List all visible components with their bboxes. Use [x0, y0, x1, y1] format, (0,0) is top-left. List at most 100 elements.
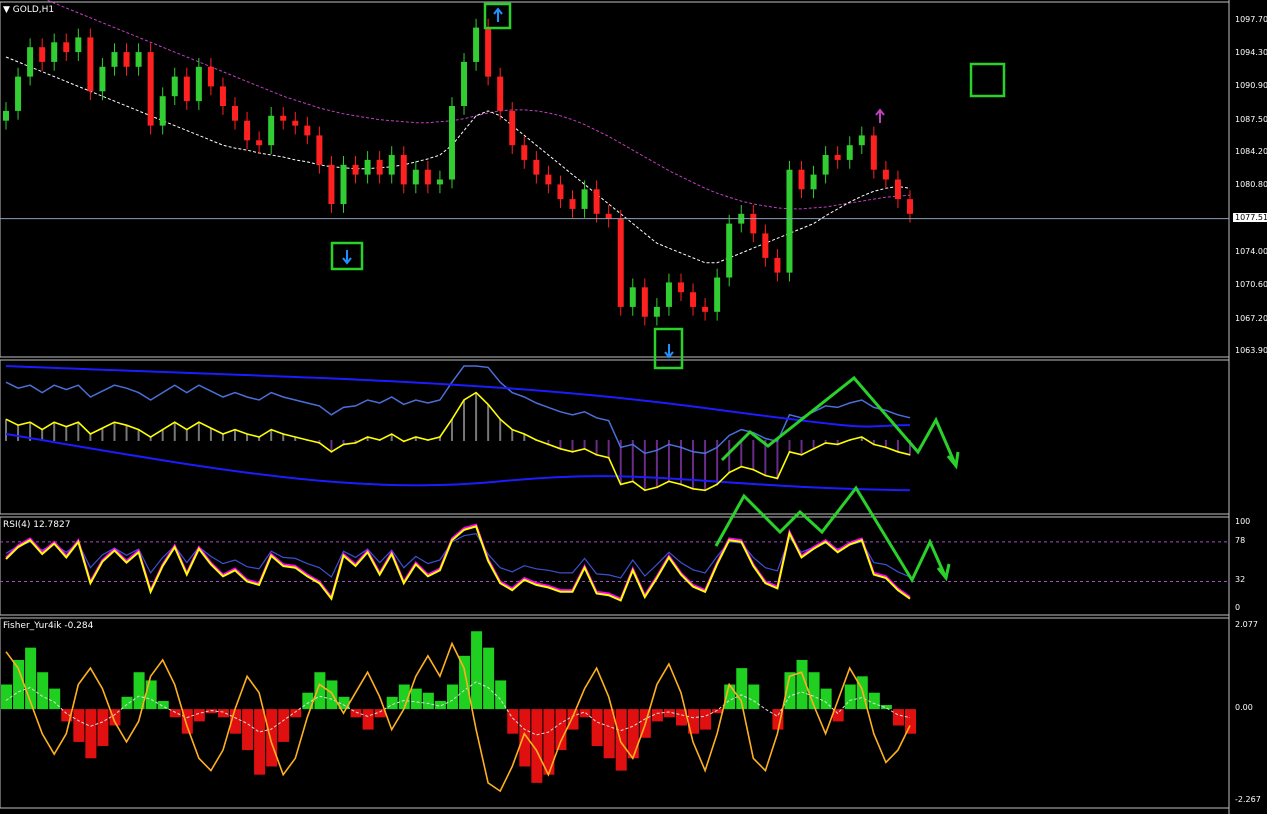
candle	[726, 214, 733, 287]
fisher-bar	[37, 672, 49, 710]
up-arrow-icon	[342, 250, 352, 265]
osc-hist-bar	[65, 426, 68, 441]
main-pane	[0, 0, 1229, 326]
candle	[412, 160, 419, 194]
fisher-bar	[193, 709, 205, 722]
candle	[436, 170, 443, 194]
fisher-bar	[892, 709, 904, 726]
fisher-title: Fisher_Yur4ik -0.284	[3, 621, 94, 631]
osc-hist-bar	[692, 439, 695, 490]
osc-hist-bar	[800, 439, 803, 456]
osc-hist-bar	[221, 434, 224, 441]
candle	[617, 209, 624, 316]
osc-hist-bar	[511, 429, 514, 441]
candle	[183, 67, 190, 110]
fisher-bar	[25, 647, 37, 710]
osc-hist-bar	[246, 434, 249, 441]
fisher-bar	[471, 631, 483, 710]
candle	[51, 33, 58, 71]
price-tick-label: 1067.20	[1235, 313, 1267, 323]
price-tick-label: 1074.00	[1235, 247, 1267, 256]
fisher-bar	[410, 688, 422, 710]
up-arrow-icon	[664, 344, 674, 359]
candle	[810, 165, 817, 199]
osc-hist-bar	[450, 419, 453, 441]
fisher-bar	[700, 709, 712, 730]
candle	[147, 43, 154, 135]
price-tick-label: 1084.20	[1235, 147, 1267, 157]
candle	[27, 38, 34, 86]
osc-hist-bar	[463, 400, 466, 441]
rsi-pane	[0, 523, 1229, 602]
candle	[762, 224, 769, 267]
osc-hist-bar	[607, 439, 610, 459]
candle	[533, 151, 540, 184]
main-pane-border	[0, 1, 1230, 358]
price-tick-label: 1087.50	[1235, 114, 1267, 124]
candle	[292, 111, 299, 135]
candle	[702, 298, 709, 321]
fisher-bar	[242, 709, 254, 751]
fisher-bar	[290, 709, 302, 718]
candle	[882, 160, 889, 189]
candle	[750, 204, 757, 243]
candle	[256, 131, 263, 155]
osc-hist-bar	[89, 434, 92, 441]
candle	[834, 146, 841, 169]
candle	[376, 151, 383, 184]
fisher-bar	[266, 709, 278, 767]
candle	[424, 160, 431, 194]
candle	[159, 87, 166, 135]
fisher-tick-label: -2.267	[1235, 795, 1261, 804]
osc-hist-bar	[499, 419, 502, 441]
rsi-title: RSI(4) 12.7827	[3, 520, 71, 530]
fisher-bar	[555, 709, 567, 751]
candle	[774, 249, 781, 282]
osc-hist-bar	[270, 429, 273, 441]
fisher-tick-label: 2.077	[1235, 620, 1258, 629]
fisher-bar	[314, 672, 326, 710]
candle	[328, 155, 335, 213]
candle	[870, 126, 877, 179]
fisher-bar	[157, 700, 169, 710]
rsi-tick-label: 32	[1235, 575, 1246, 585]
fisher-bar	[627, 709, 639, 759]
annotation-zigzag-rsi	[714, 485, 948, 584]
fisher-bar	[73, 709, 85, 742]
price-tick-label: 1097.70	[1235, 14, 1267, 24]
fisher-bar	[808, 672, 820, 710]
osc-hist-bar	[234, 429, 237, 441]
osc-hist-bar	[704, 439, 707, 492]
osc-hist-bar	[740, 439, 743, 468]
fisher-tick-label: 0.00	[1235, 703, 1253, 713]
fisher-bar	[13, 659, 25, 710]
annotation-zigzag-oscillator	[720, 375, 958, 467]
candle	[75, 28, 82, 61]
fisher-bar	[362, 709, 374, 730]
candle	[858, 126, 865, 155]
candle	[232, 97, 239, 130]
candle	[786, 160, 793, 282]
price-tick-label: 1080.80	[1235, 180, 1267, 190]
fisher-bar	[567, 709, 579, 730]
candle	[123, 43, 130, 76]
osc-hist-bar	[595, 439, 598, 456]
osc-hist-bar	[728, 439, 731, 474]
candle	[714, 268, 721, 321]
fisher-bar	[169, 709, 181, 718]
fisher-bar	[905, 709, 916, 734]
chart-canvas	[0, 0, 1230, 814]
annotation-box-empty	[969, 62, 1006, 98]
osc-hist-bar	[209, 428, 212, 441]
fisher-bar	[254, 709, 266, 775]
oscillator-pane-border	[0, 359, 1230, 515]
osc-hist-bar	[17, 425, 20, 441]
price-tick-label: 1094.30	[1235, 48, 1267, 58]
candle	[340, 155, 347, 213]
fisher-bar	[748, 684, 760, 710]
osc-hist-bar	[282, 434, 285, 441]
candle	[593, 180, 600, 223]
osc-hist-bar	[788, 439, 791, 453]
osc-hist-bar	[77, 422, 80, 441]
osc-hist-bar	[776, 439, 779, 480]
